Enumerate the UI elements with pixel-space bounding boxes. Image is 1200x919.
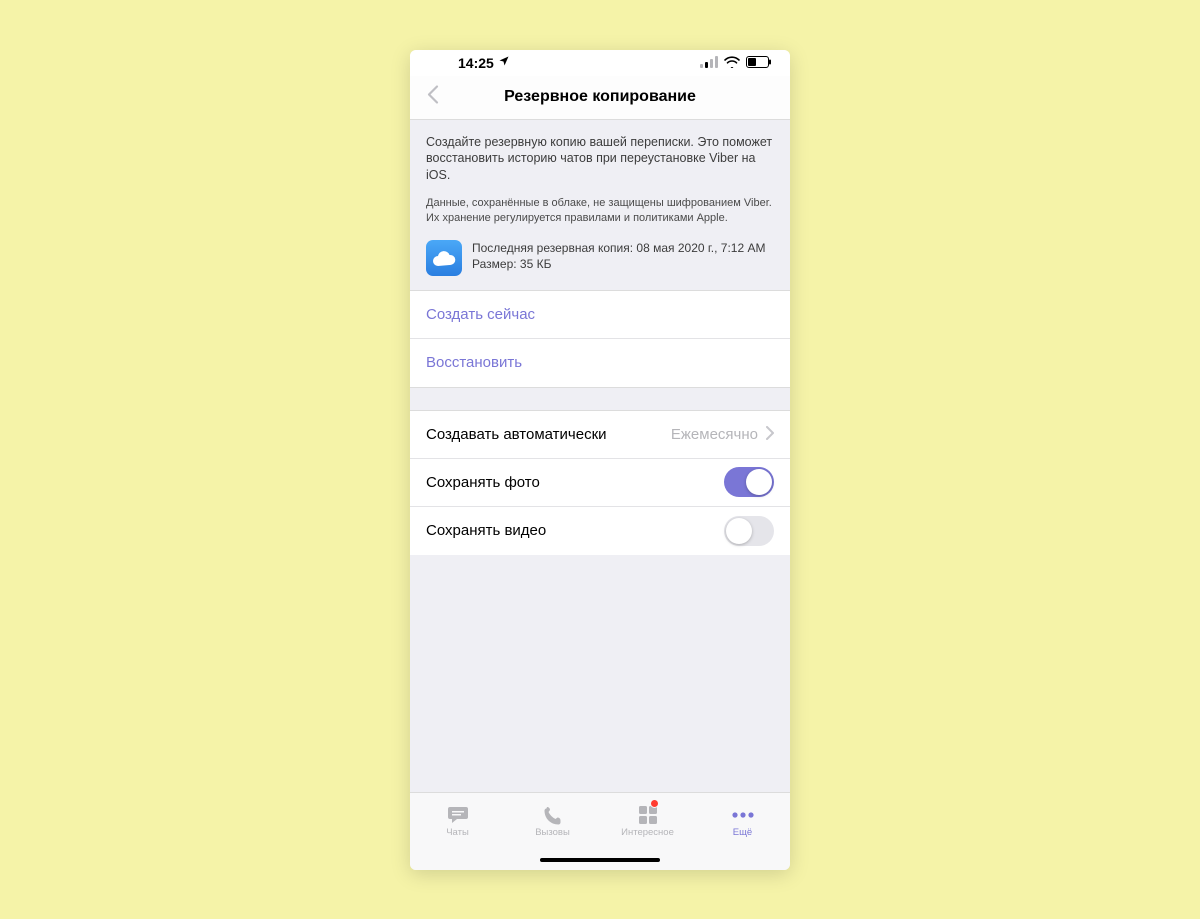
nav-header: Резервное копирование [410,76,790,120]
save-photo-row: Сохранять фото [410,459,790,507]
status-time: 14:25 [458,55,494,71]
home-indicator[interactable] [540,858,660,862]
tab-calls[interactable]: Вызовы [505,793,600,850]
phone-frame: 14:25 [410,50,790,870]
auto-backup-value: Ежемесячно [671,426,758,443]
backup-size-line: Размер: 35 КБ [472,256,765,272]
tab-more-label: Ещё [733,827,752,838]
create-now-button[interactable]: Создать сейчас [410,291,790,339]
page-title: Резервное копирование [504,88,696,106]
backup-info-section: Создайте резервную копию вашей переписки… [410,120,790,291]
restore-label: Восстановить [426,354,522,371]
restore-button[interactable]: Восстановить [410,339,790,387]
settings-group: Создавать автоматически Ежемесячно Сохра… [410,411,790,555]
backup-description: Создайте резервную копию вашей переписки… [426,134,774,185]
empty-area [410,555,790,792]
tab-more[interactable]: Ещё [695,793,790,850]
phone-icon [543,805,563,825]
last-backup-line: Последняя резервная копия: 08 мая 2020 г… [472,240,765,256]
grid-icon [638,805,658,825]
backup-disclaimer: Данные, сохранённые в облаке, не защищен… [426,196,774,226]
backup-status-text: Последняя резервная копия: 08 мая 2020 г… [472,240,765,272]
tab-chats[interactable]: Чаты [410,793,505,850]
more-dots-icon [731,805,755,825]
save-photo-toggle[interactable] [724,467,774,497]
save-video-row: Сохранять видео [410,507,790,555]
chevron-right-icon [766,424,774,445]
chat-bubble-icon [447,805,469,825]
toggle-knob [726,518,752,544]
wifi-icon [724,55,740,71]
tab-explore[interactable]: Интересное [600,793,695,850]
auto-backup-label: Создавать автоматически [426,426,607,443]
notification-badge [650,799,659,808]
group-separator [410,387,790,411]
home-indicator-area [410,850,790,870]
save-video-label: Сохранять видео [426,522,546,539]
battery-icon [746,55,772,71]
tab-chats-label: Чаты [446,827,469,838]
location-arrow-icon [498,55,510,70]
save-photo-label: Сохранять фото [426,474,540,491]
auto-backup-row[interactable]: Создавать автоматически Ежемесячно [410,411,790,459]
save-video-toggle[interactable] [724,516,774,546]
icloud-icon [426,240,462,276]
create-now-label: Создать сейчас [426,306,535,323]
status-bar: 14:25 [410,50,790,76]
tab-calls-label: Вызовы [535,827,570,838]
tab-explore-label: Интересное [621,827,674,838]
backup-status-row: Последняя резервная копия: 08 мая 2020 г… [426,240,774,276]
back-button[interactable] [418,81,448,114]
actions-group: Создать сейчас Восстановить [410,291,790,387]
toggle-knob [746,469,772,495]
cellular-signal-icon [700,55,718,71]
tab-bar: Чаты Вызовы Интересное [410,792,790,850]
